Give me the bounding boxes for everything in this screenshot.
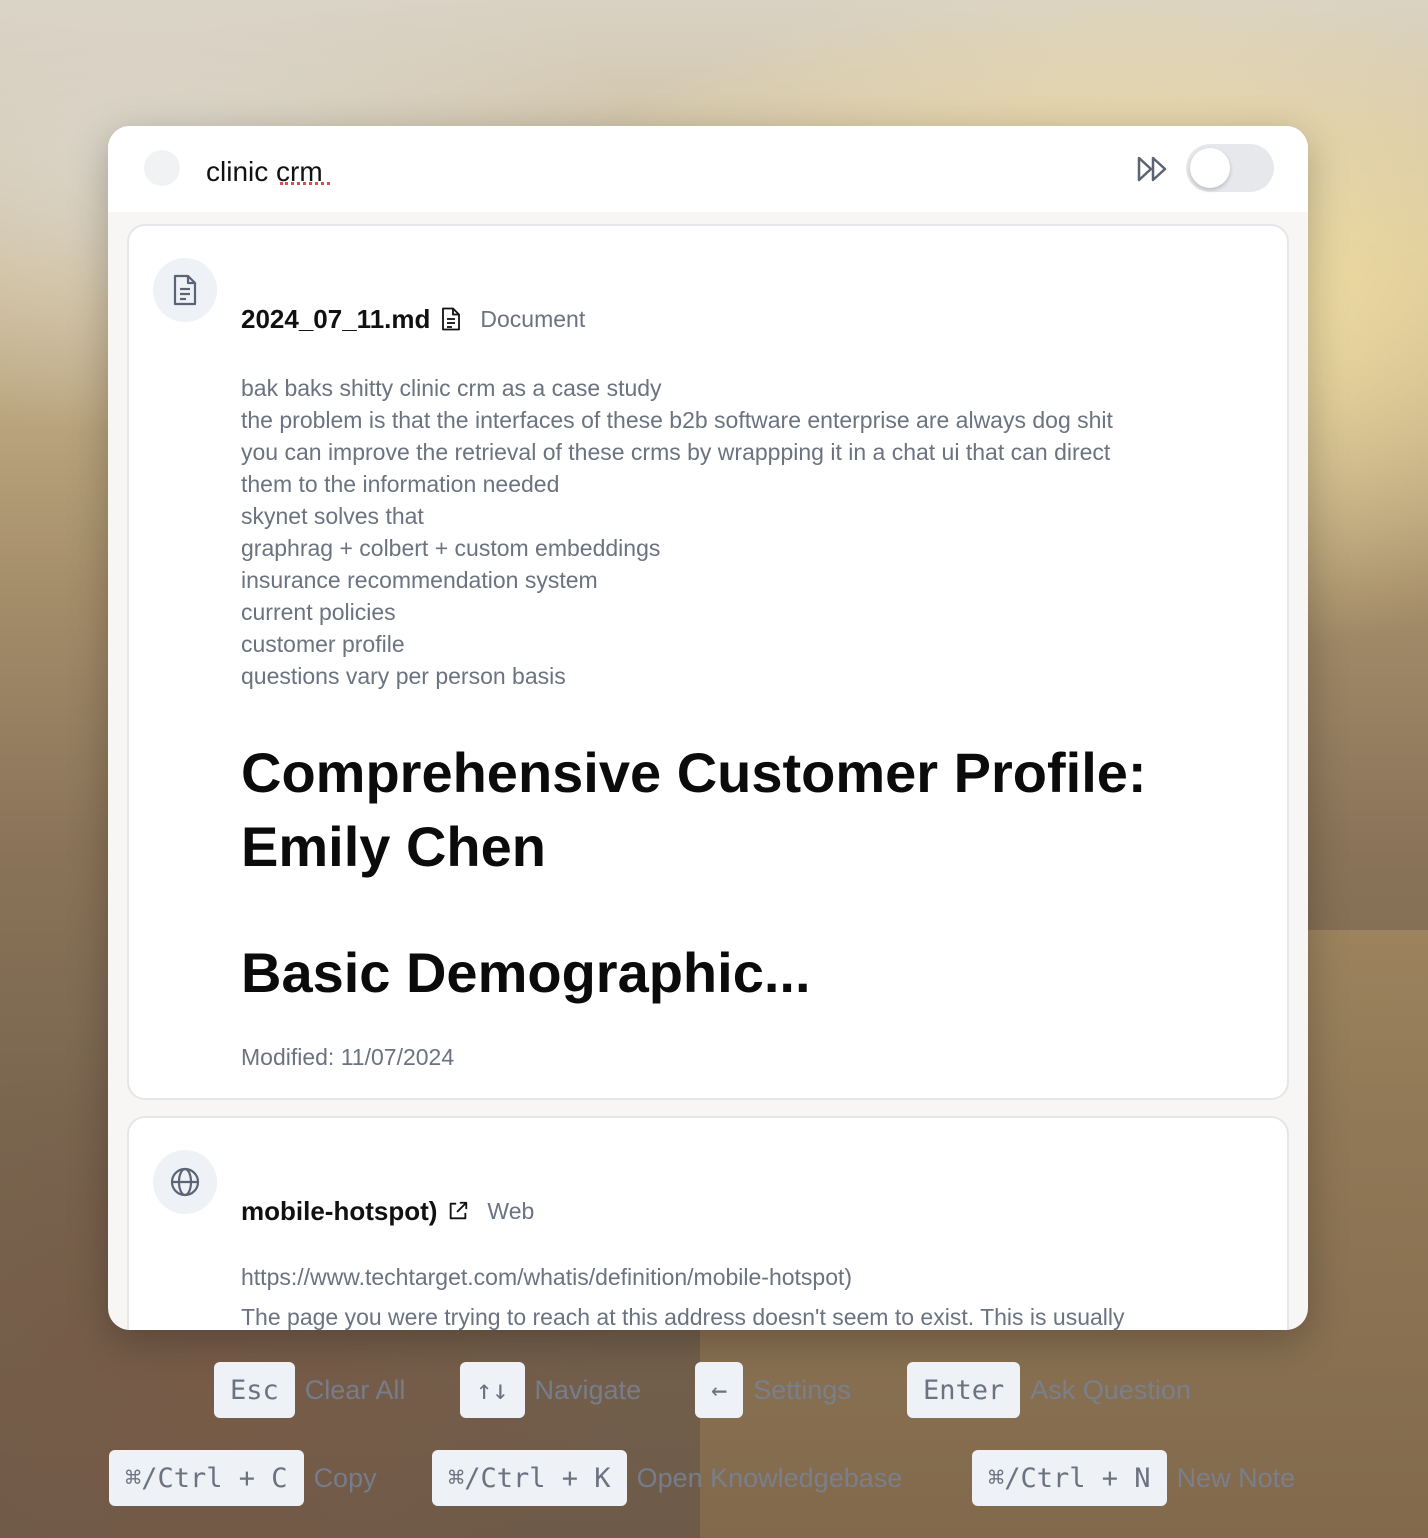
snippet-line: current policies xyxy=(241,599,396,625)
key-new-note: ⌘/Ctrl + N xyxy=(972,1450,1167,1506)
key-esc: Esc xyxy=(214,1362,295,1418)
mode-toggle[interactable] xyxy=(1186,144,1274,192)
document-icon xyxy=(153,258,217,322)
key-left-arrow: ← xyxy=(695,1362,744,1418)
shortcut-new-note[interactable]: ⌘/Ctrl + N New Note xyxy=(972,1450,1295,1506)
toggle-knob xyxy=(1190,148,1230,188)
snippet-line: you can improve the retrieval of these c… xyxy=(241,439,1111,465)
spellcheck-underline xyxy=(280,182,330,185)
shortcut-row: ⌘/Ctrl + C Copy ⌘/Ctrl + K Open Knowledg… xyxy=(0,1450,1428,1506)
fast-forward-icon[interactable] xyxy=(1136,154,1170,184)
document-small-icon xyxy=(442,307,461,331)
shortcut-label: Copy xyxy=(313,1462,377,1493)
result-card-document[interactable]: 2024_07_11.md Document bak baks shitty c… xyxy=(127,224,1289,1100)
snippet-heading-2: Basic Demographic... xyxy=(241,941,811,1004)
snippet-heading-1: Comprehensive Customer Profile: Emily Ch… xyxy=(241,741,1147,878)
search-input[interactable] xyxy=(206,148,1106,192)
shortcut-copy[interactable]: ⌘/Ctrl + C Copy xyxy=(109,1450,377,1506)
shortcut-label: Open Knowledgebase xyxy=(636,1462,903,1493)
search-bar xyxy=(108,126,1308,212)
key-enter: Enter xyxy=(907,1362,1021,1418)
globe-icon xyxy=(153,1150,217,1214)
modified-date: Modified: 11/07/2024 xyxy=(241,1044,455,1070)
snippet-line: the problem is that the interfaces of th… xyxy=(241,407,1113,433)
shortcut-label: Ask Question xyxy=(1030,1374,1191,1405)
shortcut-open-knowledgebase[interactable]: ⌘/Ctrl + K Open Knowledgebase xyxy=(432,1450,902,1506)
result-type: Document xyxy=(480,305,586,332)
result-type: Web xyxy=(487,1197,535,1224)
shortcut-label: Navigate xyxy=(534,1374,642,1405)
result-snippet: bak baks shitty clinic crm as a case stu… xyxy=(241,372,1241,692)
shortcut-clear-all[interactable]: Esc Clear All xyxy=(214,1362,405,1418)
shortcut-settings[interactable]: ← Settings xyxy=(695,1362,851,1418)
snippet-line: graphrag + colbert + custom embeddings xyxy=(241,535,661,561)
snippet-line: skynet solves that xyxy=(241,503,424,529)
snippet-line: insurance recommendation system xyxy=(241,567,598,593)
snippet-line: questions vary per person basis xyxy=(241,663,566,689)
shortcut-label: Settings xyxy=(753,1374,851,1405)
shortcut-row: Esc Clear All ↑↓ Navigate ← Settings Ent… xyxy=(0,1362,1428,1418)
shortcut-navigate[interactable]: ↑↓ Navigate xyxy=(460,1362,641,1418)
shortcut-label: New Note xyxy=(1176,1462,1296,1493)
result-title[interactable]: 2024_07_11.md xyxy=(241,304,430,335)
key-knowledgebase: ⌘/Ctrl + K xyxy=(432,1450,627,1506)
key-copy: ⌘/Ctrl + C xyxy=(109,1450,304,1506)
snippet-line: customer profile xyxy=(241,631,405,657)
external-link-icon[interactable] xyxy=(447,1199,469,1223)
shortcut-ask-question[interactable]: Enter Ask Question xyxy=(907,1362,1191,1418)
snippet-line: them to the information needed xyxy=(241,471,560,497)
result-header: mobile-hotspot) Web xyxy=(241,1194,534,1228)
key-arrows: ↑↓ xyxy=(460,1362,525,1418)
result-description: The page you were trying to reach at thi… xyxy=(241,1304,1125,1330)
result-url[interactable]: https://www.techtarget.com/whatis/defini… xyxy=(241,1264,852,1291)
result-title[interactable]: mobile-hotspot) xyxy=(241,1196,437,1227)
search-window: 2024_07_11.md Document bak baks shitty c… xyxy=(108,126,1308,1330)
snippet-line: bak baks shitty clinic crm as a case stu… xyxy=(241,375,662,401)
search-indicator-icon xyxy=(144,150,180,186)
result-card-web[interactable]: mobile-hotspot) Web https://www.techtarg… xyxy=(127,1116,1289,1330)
result-header: 2024_07_11.md Document xyxy=(241,302,585,336)
shortcut-label: Clear All xyxy=(304,1374,406,1405)
